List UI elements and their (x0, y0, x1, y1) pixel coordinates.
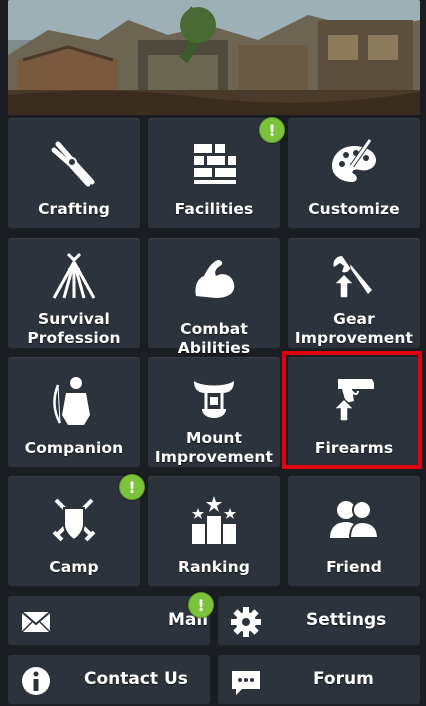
saddle-icon (148, 371, 280, 423)
mount-improvement-label: Mount Improvement (154, 429, 274, 466)
wrench-upgrade-icon (288, 250, 420, 302)
mail-button[interactable]: Mail (8, 596, 210, 647)
info-icon (20, 665, 52, 697)
friend-tile[interactable]: Friend (288, 476, 420, 588)
camp-notification-badge: ! (119, 474, 145, 500)
gear-improvement-label: Gear Improvement (294, 310, 414, 347)
facilities-label: Facilities (174, 200, 254, 218)
camp-label: Camp (49, 558, 99, 576)
banner-image (8, 0, 420, 115)
customize-tile[interactable]: Customize (288, 118, 420, 230)
bricks-icon (148, 136, 280, 188)
archer-icon (8, 375, 140, 427)
contact-us-button[interactable]: Contact Us (8, 655, 210, 706)
survival-profession-label: Survival Profession (27, 310, 121, 347)
contact-us-label: Contact Us (84, 669, 188, 689)
pistol-upgrade-icon (288, 373, 420, 425)
envelope-icon (20, 606, 52, 638)
crafting-label: Crafting (38, 200, 110, 218)
ranking-label: Ranking (178, 558, 250, 576)
firearms-label: Firearms (314, 439, 394, 457)
flexed-arm-icon (148, 252, 280, 304)
mount-improvement-tile[interactable]: Mount Improvement (148, 357, 280, 469)
companion-tile[interactable]: Companion (8, 357, 140, 469)
gear-improvement-tile[interactable]: Gear Improvement (288, 238, 420, 350)
companion-label: Companion (24, 439, 124, 457)
podium-icon (148, 494, 280, 546)
forum-button[interactable]: Forum (218, 655, 420, 706)
crafting-tile[interactable]: Crafting (8, 118, 140, 230)
chat-icon (230, 665, 262, 697)
customize-label: Customize (308, 200, 400, 218)
settings-button[interactable]: Settings (218, 596, 420, 647)
survival-profession-tile[interactable]: Survival Profession (8, 238, 140, 350)
people-icon (288, 494, 420, 546)
tent-icon (8, 250, 140, 302)
pliers-icon (8, 136, 140, 188)
ranking-tile[interactable]: Ranking (148, 476, 280, 588)
combat-abilities-tile[interactable]: Combat Abilities (148, 238, 280, 357)
firearms-tile[interactable]: Firearms (288, 357, 420, 469)
palette-icon (288, 136, 420, 188)
friend-label: Friend (326, 558, 382, 576)
facilities-notification-badge: ! (259, 117, 285, 143)
forum-label: Forum (313, 669, 374, 689)
gear-icon (230, 606, 262, 638)
crossed-swords-shield-icon (8, 494, 140, 546)
mail-notification-badge: ! (188, 592, 214, 618)
combat-abilities-label: Combat Abilities (177, 320, 251, 357)
settings-label: Settings (306, 610, 387, 630)
